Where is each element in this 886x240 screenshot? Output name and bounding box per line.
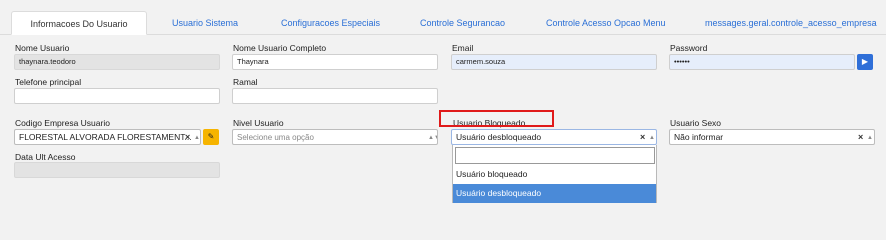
data-ult-acesso-field <box>14 162 220 178</box>
dropdown-search-input[interactable] <box>455 147 655 164</box>
nome-completo-field[interactable]: Thaynara <box>232 54 438 70</box>
tab-controle-acesso-empresa[interactable]: messages.geral.controle_acesso_empresa <box>705 11 877 35</box>
sexo-select[interactable]: Não informar × ▲▼ <box>669 129 875 145</box>
nivel-label: Nivel Usuario <box>233 118 284 128</box>
dropdown-option-selected[interactable]: Usuário desbloqueado <box>453 184 656 203</box>
tab-configuracoes-especiais[interactable]: Configuracoes Especiais <box>281 11 380 35</box>
password-label: Password <box>670 43 708 53</box>
codigo-empresa-value: FLORESTAL ALVORADA FLORESTAMENT... <box>19 132 192 142</box>
nome-usuario-label: Nome Usuario <box>15 43 70 53</box>
sexo-label: Usuario Sexo <box>670 118 722 128</box>
tab-controle-acesso-opcao-menu[interactable]: Controle Acesso Opcao Menu <box>546 11 666 35</box>
password-field[interactable]: •••••• <box>669 54 855 70</box>
tab-usuario-sistema[interactable]: Usuario Sistema <box>172 11 238 35</box>
nome-usuario-field: thaynara.teodoro <box>14 54 220 70</box>
dropdown-option[interactable]: Usuário bloqueado <box>453 165 656 184</box>
email-field[interactable]: carmem.souza <box>451 54 657 70</box>
tab-informacoes-usuario[interactable]: Informacoes Do Usuario <box>11 11 147 35</box>
chevron-up-icon: ▲ <box>649 135 655 141</box>
nivel-select[interactable]: Selecione uma opção ▲▼ <box>232 129 438 145</box>
empresa-lookup-button[interactable]: ✎ <box>203 129 219 145</box>
bloqueado-value: Usuário desbloqueado <box>456 132 542 142</box>
bloqueado-dropdown: Usuário bloqueado Usuário desbloqueado <box>452 145 657 203</box>
ramal-field[interactable] <box>232 88 438 104</box>
bloqueado-select[interactable]: Usuário desbloqueado × ▲ <box>451 129 657 145</box>
nivel-placeholder: Selecione uma opção <box>237 133 314 142</box>
clear-icon[interactable]: × <box>185 130 190 144</box>
chevron-down-icon: ▲▼ <box>428 135 437 141</box>
clear-icon[interactable]: × <box>858 130 863 144</box>
nome-completo-label: Nome Usuario Completo <box>233 43 327 53</box>
tab-controle-segurancao[interactable]: Controle Segurancao <box>420 11 505 35</box>
codigo-empresa-select[interactable]: FLORESTAL ALVORADA FLORESTAMENT... × ▲▼ <box>14 129 201 145</box>
ramal-label: Ramal <box>233 77 258 87</box>
telefone-label: Telefone principal <box>15 77 82 87</box>
codigo-empresa-label: Codigo Empresa Usuario <box>15 118 110 128</box>
clear-icon[interactable]: × <box>640 130 645 144</box>
chevron-down-icon: ▲▼ <box>867 135 874 141</box>
data-ult-acesso-label: Data Ult Acesso <box>15 152 76 162</box>
sexo-value: Não informar <box>674 132 724 142</box>
telefone-field[interactable] <box>14 88 220 104</box>
highlight-box <box>439 110 554 127</box>
key-icon: ▶ <box>861 57 869 66</box>
password-action-button[interactable]: ▶ <box>857 54 873 70</box>
chevron-down-icon: ▲▼ <box>194 135 200 141</box>
edit-icon: ✎ <box>207 132 215 141</box>
email-label: Email <box>452 43 474 53</box>
tab-bar: Informacoes Do Usuario Usuario Sistema C… <box>0 11 886 35</box>
